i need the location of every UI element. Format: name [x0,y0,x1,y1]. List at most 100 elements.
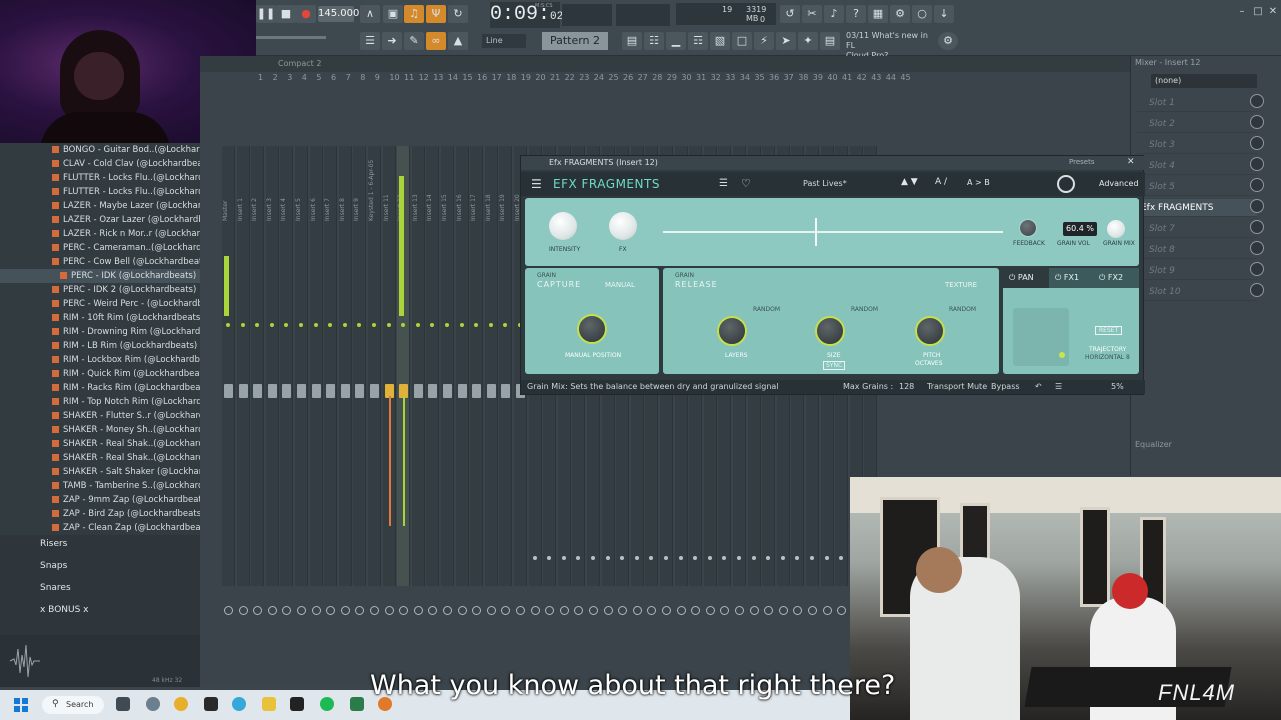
mute-led[interactable] [240,323,245,327]
ruler-number[interactable]: 41 [842,73,852,82]
browser-icon[interactable]: ▧ [710,32,730,50]
volume-fader[interactable] [457,384,467,398]
send-dot[interactable] [737,556,741,560]
volume-fader[interactable] [486,384,496,398]
menu-icon[interactable]: ☰ [531,177,542,191]
ruler-number[interactable]: 17 [492,73,502,82]
plugin-close-icon[interactable]: ✕ [1127,157,1135,167]
mute-led[interactable] [299,323,303,327]
max-grains-value[interactable]: 128 [899,380,914,394]
ruler-number[interactable]: 14 [448,73,458,82]
pan-knob[interactable] [720,606,730,615]
ruler-number[interactable]: 13 [433,73,443,82]
tempo-display[interactable]: 145.000 [318,6,359,22]
ruler-number[interactable]: 36 [769,73,779,82]
browser-item[interactable]: SHAKER - Real Shak..(@Lockhardbeats) [0,437,231,451]
app-icon[interactable] [204,697,218,711]
pan-knob[interactable] [224,606,233,615]
volume-fader[interactable] [340,384,350,398]
ab-copy[interactable]: A > B [967,178,990,187]
grain-position-line[interactable] [663,231,1003,233]
news-icon[interactable]: ▤ [820,32,840,50]
ruler-number[interactable]: 11 [404,73,414,82]
undo-icon[interactable]: ↶ [1035,380,1042,394]
presets-label[interactable]: Presets [1069,158,1094,166]
arrow-right-icon[interactable]: ➜ [382,32,402,50]
ruler-number[interactable]: 7 [346,73,351,82]
volume-fader[interactable] [267,384,277,398]
browser-item[interactable]: PERC - IDK 2 (@Lockhardbeats) [0,283,200,297]
volume-fader[interactable] [297,384,306,398]
capture-mode-select[interactable]: MANUAL [605,281,635,289]
effect-slot[interactable]: Efx FRAGMENTS [1137,199,1257,217]
ruler-number[interactable]: 22 [565,73,575,82]
minimize-icon[interactable]: – [1236,6,1248,18]
ruler-number[interactable]: 30 [681,73,691,82]
pan-knob[interactable] [618,606,628,615]
ruler-number[interactable]: 31 [696,73,706,82]
stamp-icon[interactable]: ▲ [448,32,468,50]
playlist-icon[interactable]: ▤ [622,32,642,50]
pan-knob[interactable] [472,606,482,615]
mute-led[interactable] [269,323,274,327]
release-mode-select[interactable]: TEXTURE [945,281,977,289]
grain-mix-knob[interactable] [1107,220,1125,238]
volume-fader[interactable] [326,384,336,398]
volume-fader[interactable] [472,384,482,398]
mute-led[interactable] [459,323,464,327]
volume-fader[interactable] [370,384,379,398]
pan-knob[interactable] [282,606,292,615]
undo-icon[interactable]: ↺ [780,5,800,23]
pan-knob[interactable] [793,606,803,615]
live-app-icon[interactable] [290,697,304,711]
effect-slot[interactable]: Slot 2 [1137,115,1257,133]
send-dot[interactable] [780,556,785,560]
pan-knob[interactable] [253,606,263,615]
pan-knob[interactable] [443,606,452,615]
pan-knob[interactable] [574,606,584,615]
ruler-number[interactable]: 29 [667,73,677,82]
countdown-icon[interactable]: ♫ [404,5,424,23]
pan-knob[interactable] [589,606,598,615]
browser-item[interactable]: ZAP - Bird Zap (@Lockhardbeats) [0,507,204,521]
volume-slider[interactable] [616,4,670,26]
browser-item[interactable]: TAMB - Tamberine S..(@Lockhardbeats) [0,479,230,493]
pan-knob[interactable] [822,606,832,615]
ruler-number[interactable]: 18 [506,73,516,82]
browser-item[interactable]: CLAV - Cold Clav (@Lockhardbeats) [0,157,214,171]
file-icon[interactable]: □ [732,32,752,50]
send-dot[interactable] [532,556,537,560]
browser-item[interactable]: LAZER - Maybe Lazer (@Lockhardbeats) [0,199,234,213]
ruler-number[interactable]: 16 [477,73,487,82]
settings-icon[interactable]: ⚙ [938,32,958,50]
volume-fader[interactable] [238,384,248,398]
slot-mix-knob[interactable] [1250,136,1264,150]
preset-prev-next[interactable]: ▲ ▼ [901,177,918,187]
chrome-icon[interactable] [174,697,188,711]
ruler-number[interactable]: 15 [462,73,472,82]
plug-icon[interactable]: ⚡ [754,32,774,50]
volume-fader[interactable] [501,384,511,398]
pan-xy-pad[interactable] [1013,308,1069,366]
pan-knob[interactable] [808,606,817,615]
slot-mix-knob[interactable] [1250,115,1264,129]
app-icon[interactable] [232,697,246,711]
ruler-number[interactable]: 40 [827,73,837,82]
pan-knob[interactable] [749,606,759,615]
snap-link-icon[interactable]: ∞ [426,32,446,50]
pan-knob[interactable] [326,606,336,615]
size-sync-button[interactable]: SYNC [823,361,846,370]
browser-item[interactable]: ZAP - Clean Zap (@Lockhardbeats) [0,521,212,535]
advanced-button[interactable]: Advanced [1099,179,1139,188]
pan-knob[interactable] [399,606,409,615]
ruler-number[interactable]: 1 [258,73,263,82]
ruler-number[interactable]: 38 [798,73,808,82]
layers-knob[interactable] [717,316,747,346]
ruler-number[interactable]: 37 [784,73,794,82]
preset-name[interactable]: Past Lives* [803,179,847,188]
folder-snares[interactable]: Snares [40,583,71,593]
piano-icon[interactable]: ▁ [666,32,686,50]
send-dot[interactable] [634,556,639,560]
file-explorer-icon[interactable] [262,697,276,711]
browser-item[interactable]: FLUTTER - Locks Flu..(@Lockhardbeats) [0,185,230,199]
